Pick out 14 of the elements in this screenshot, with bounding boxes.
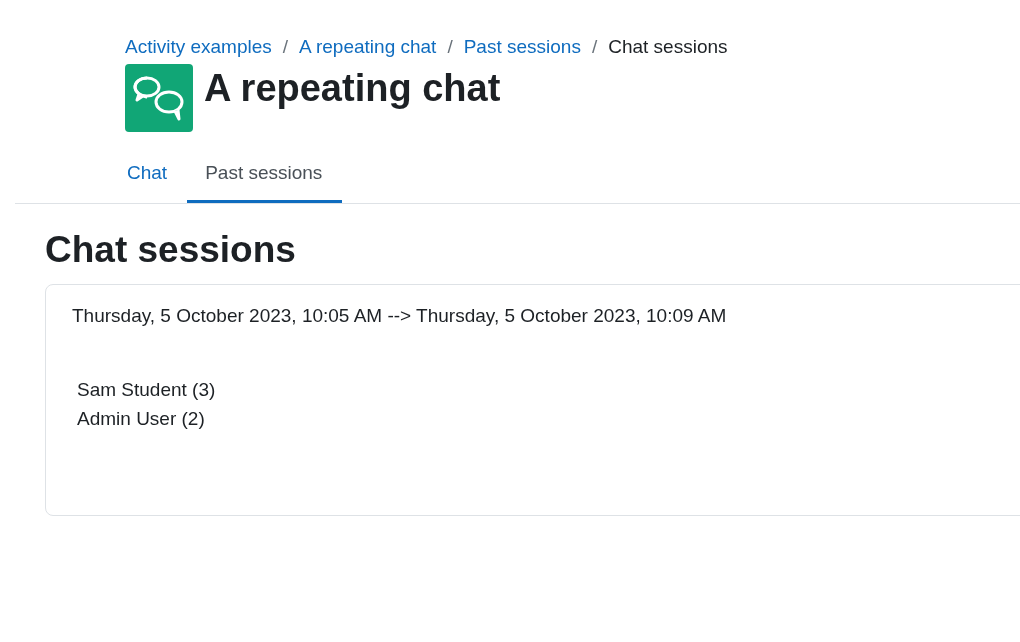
breadcrumb-link[interactable]: A repeating chat (299, 34, 437, 60)
tab[interactable]: Chat (109, 152, 188, 203)
chat-bubbles-icon (125, 64, 193, 132)
breadcrumb-link[interactable]: Activity examples (125, 34, 272, 60)
participant-entry: Sam Student (3) (77, 378, 217, 402)
breadcrumb-separator: / (282, 35, 289, 59)
breadcrumb-separator: / (447, 35, 453, 59)
section-heading: Chat sessions (45, 228, 297, 272)
page-title: A repeating chat (204, 66, 501, 111)
breadcrumb-current: Chat sessions (608, 35, 728, 59)
breadcrumb-separator: / (591, 35, 598, 59)
breadcrumb-link[interactable]: Past sessions (463, 34, 581, 60)
participant-entry: Admin User (2) (77, 407, 206, 431)
session-period: Thursday, 5 October 2023, 10:05 AM --> Thursday, 5 October 2023, 10:09 AM (72, 304, 728, 328)
